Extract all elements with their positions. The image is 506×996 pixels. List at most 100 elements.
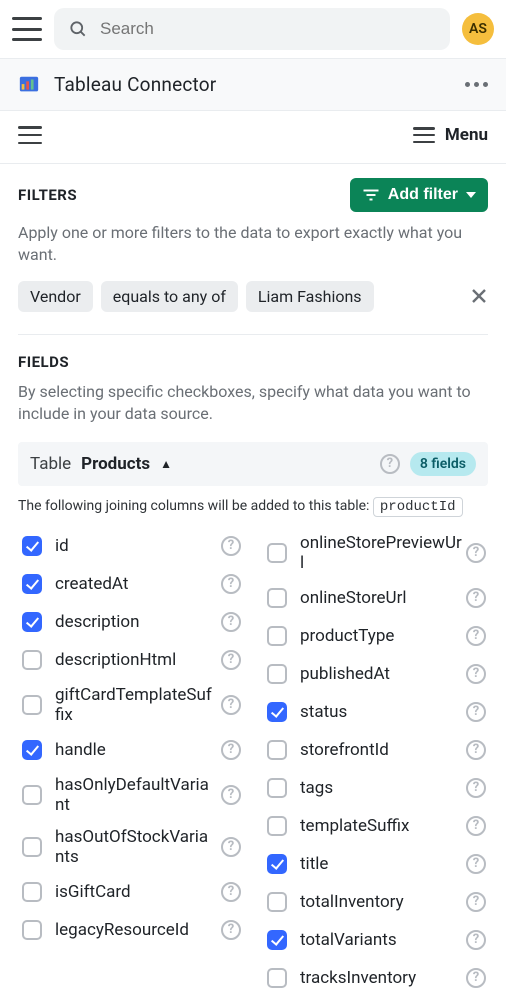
fields-count-badge: 8 fields (410, 452, 476, 476)
field-label: status (300, 702, 488, 722)
field-label: title (300, 854, 488, 874)
field-checkbox[interactable] (267, 740, 287, 760)
field-checkbox[interactable] (267, 892, 287, 912)
join-columns-note: The following joining columns will be ad… (18, 498, 488, 515)
field-checkbox[interactable] (22, 882, 42, 902)
help-icon[interactable]: ? (221, 612, 241, 632)
field-row: productType? (263, 617, 488, 655)
field-row: legacyResourceId? (18, 911, 243, 949)
fields-heading: FIELDS (18, 353, 69, 371)
filters-section: FILTERS Add filter Apply one or more fil… (0, 164, 506, 335)
search-input[interactable] (98, 18, 436, 40)
help-icon[interactable]: ? (221, 837, 241, 857)
chevron-down-icon (466, 190, 476, 200)
table-selector-row[interactable]: Table Products ▲ ? 8 fields (18, 442, 488, 486)
field-label: tracksInventory (300, 968, 488, 988)
field-checkbox[interactable] (267, 626, 287, 646)
help-icon[interactable]: ? (466, 854, 486, 874)
help-icon[interactable]: ? (466, 740, 486, 760)
field-checkbox[interactable] (22, 612, 42, 632)
sort-asc-icon: ▲ (160, 457, 172, 471)
field-checkbox[interactable] (22, 574, 42, 594)
field-row: giftCardTemplateSuffix? (18, 679, 243, 731)
join-column-code: productId (373, 497, 463, 517)
field-checkbox[interactable] (22, 785, 42, 805)
field-checkbox[interactable] (267, 588, 287, 608)
field-label: storefrontId (300, 740, 488, 760)
field-checkbox[interactable] (267, 816, 287, 836)
tableau-app-icon (18, 74, 40, 96)
field-checkbox[interactable] (22, 695, 42, 715)
field-row: onlineStoreUrl? (263, 579, 488, 617)
more-icon[interactable] (465, 82, 488, 87)
field-checkbox[interactable] (267, 930, 287, 950)
field-checkbox[interactable] (267, 968, 287, 988)
help-icon[interactable]: ? (221, 785, 241, 805)
field-row: publishedAt? (263, 655, 488, 693)
help-icon[interactable]: ? (466, 702, 486, 722)
field-checkbox[interactable] (267, 702, 287, 722)
field-checkbox[interactable] (22, 920, 42, 940)
field-label: totalVariants (300, 930, 488, 950)
global-topbar: AS (0, 0, 506, 58)
field-label: onlineStoreUrl (300, 588, 488, 608)
help-icon[interactable]: ? (466, 968, 486, 988)
filter-icon (362, 188, 380, 202)
filter-chips-row: Vendor equals to any of Liam Fashions (18, 281, 488, 312)
search-input-container[interactable] (54, 8, 450, 50)
field-row: hasOutOfStockVariants? (18, 821, 243, 873)
avatar[interactable]: AS (462, 13, 494, 45)
field-label: onlineStorePreviewUrl (300, 533, 488, 573)
help-icon[interactable]: ? (466, 588, 486, 608)
chip-operator[interactable]: equals to any of (101, 281, 238, 312)
help-icon[interactable]: ? (466, 816, 486, 836)
field-checkbox[interactable] (267, 664, 287, 684)
global-menu-icon[interactable] (12, 17, 42, 41)
field-checkbox[interactable] (267, 854, 287, 874)
field-label: productType (300, 626, 488, 646)
field-checkbox[interactable] (22, 740, 42, 760)
field-checkbox[interactable] (22, 536, 42, 556)
filters-heading: FILTERS (18, 186, 77, 204)
page-menu-icon[interactable] (18, 126, 42, 144)
table-name: Products (81, 454, 150, 474)
field-row: status? (263, 693, 488, 731)
help-icon[interactable]: ? (380, 454, 400, 474)
help-icon[interactable]: ? (466, 930, 486, 950)
field-checkbox[interactable] (267, 543, 287, 563)
field-label: totalInventory (300, 892, 488, 912)
field-label: tags (300, 778, 488, 798)
help-icon[interactable]: ? (466, 543, 486, 563)
close-icon[interactable] (470, 287, 488, 305)
help-icon[interactable]: ? (221, 650, 241, 670)
field-row: tags? (263, 769, 488, 807)
chip-field[interactable]: Vendor (18, 281, 93, 312)
field-row: title? (263, 845, 488, 883)
help-icon[interactable]: ? (466, 778, 486, 798)
help-icon[interactable]: ? (221, 740, 241, 760)
help-icon[interactable]: ? (466, 892, 486, 912)
field-row: handle? (18, 731, 243, 769)
menu-button[interactable]: Menu (413, 125, 488, 145)
help-icon[interactable]: ? (466, 664, 486, 684)
add-filter-button[interactable]: Add filter (350, 178, 488, 212)
field-label: id (55, 536, 243, 556)
help-icon[interactable]: ? (466, 626, 486, 646)
help-icon[interactable]: ? (221, 536, 241, 556)
field-label: publishedAt (300, 664, 488, 684)
field-checkbox[interactable] (267, 778, 287, 798)
fields-description: By selecting specific checkboxes, specif… (18, 381, 488, 426)
chip-value[interactable]: Liam Fashions (246, 281, 374, 312)
help-icon[interactable]: ? (221, 695, 241, 715)
menu-button-icon (413, 127, 435, 143)
help-icon[interactable]: ? (221, 920, 241, 940)
field-row: totalInventory? (263, 883, 488, 921)
field-checkbox[interactable] (22, 837, 42, 857)
fields-section: FIELDS By selecting specific checkboxes,… (0, 335, 506, 996)
field-row: id? (18, 527, 243, 565)
help-icon[interactable]: ? (221, 882, 241, 902)
fields-grid: id?createdAt?description?descriptionHtml… (18, 527, 488, 996)
help-icon[interactable]: ? (221, 574, 241, 594)
field-row: storefrontId? (263, 731, 488, 769)
field-checkbox[interactable] (22, 650, 42, 670)
